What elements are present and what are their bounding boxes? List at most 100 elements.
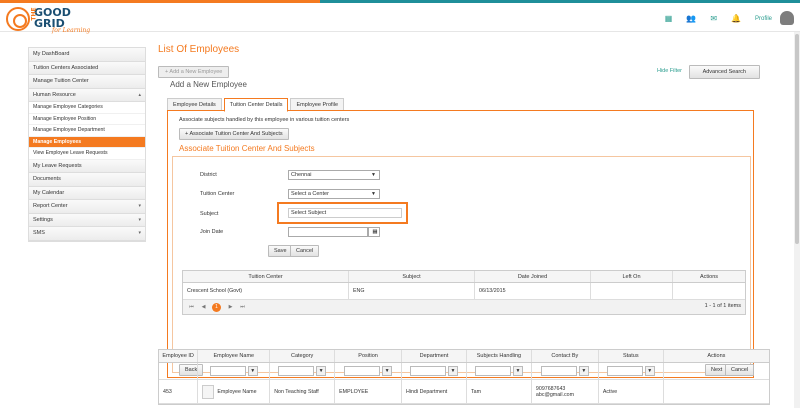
tuition-center-label: Tuition Center — [200, 191, 235, 197]
top-nav: ▦ 👥 ✉ 🔔 Profile — [665, 14, 772, 23]
filter-icon[interactable]: ▼ — [644, 366, 655, 376]
sidebar-item-my-leave-requests[interactable]: My Leave Requests — [29, 159, 145, 173]
brand-logo-icon[interactable] — [6, 7, 30, 31]
employee-subjects: Tam — [467, 380, 532, 403]
filter-input[interactable] — [474, 366, 511, 376]
sidebar-item-tuition-centers-associated[interactable]: Tuition Centers Associated — [29, 61, 145, 75]
page-title: List Of Employees — [158, 44, 240, 55]
profile-link[interactable]: Profile — [755, 16, 772, 22]
last-page-icon[interactable]: ⏭ — [238, 303, 247, 312]
associate-button[interactable]: + Associate Tuition Center And Subjects — [179, 128, 289, 140]
district-select[interactable]: Chennai ▼ — [288, 170, 380, 180]
add-employee-button[interactable]: + Add a New Employee — [158, 66, 230, 78]
tab-tuition-center-details[interactable]: Tuition Center Details — [223, 98, 289, 112]
table-cell — [591, 283, 673, 299]
expand-arrow-icon: ▾ — [138, 216, 141, 223]
sidebar-sub-employee-department[interactable]: Manage Employee Department — [29, 125, 145, 137]
form-cancel-button[interactable]: Cancel — [290, 245, 320, 257]
hide-filter-link[interactable]: Hide Filter — [657, 68, 682, 74]
table-row[interactable]: Crescent School (Govt) ENG 06/13/2015 — [183, 283, 745, 300]
sidebar-sub-employee-categories[interactable]: Manage Employee Categories — [29, 102, 145, 114]
main-content: List Of Employees + Add a New Employee A… — [158, 40, 768, 378]
sidebar-item-sms[interactable]: SMS ▾ — [29, 227, 145, 241]
users-icon[interactable]: 👥 — [686, 14, 696, 23]
column-header[interactable]: Employee ID — [159, 350, 199, 362]
column-header[interactable]: Subjects Handling — [467, 350, 532, 362]
join-date-label: Join Date — [200, 229, 224, 235]
sidebar-item-human-resource[interactable]: Human Resource ▴ — [29, 88, 145, 102]
prev-page-icon[interactable]: ◀ — [199, 303, 208, 312]
filter-row: ▼ ▼ ▼ ▼ ▼ ▼ ▼ — [159, 363, 769, 380]
filter-input[interactable] — [606, 366, 643, 376]
user-avatar-icon[interactable] — [780, 11, 794, 25]
top-bar: THE GOOD GRID for Learning ▦ 👥 ✉ 🔔 Profi… — [0, 0, 800, 34]
sidebar-sub-manage-employees[interactable]: Manage Employees — [29, 136, 145, 148]
employee-status: Active — [599, 380, 664, 403]
table-cell: 06/13/2015 — [475, 283, 591, 299]
page-scrollbar[interactable] — [794, 32, 800, 408]
column-header[interactable]: Position — [335, 350, 403, 362]
advanced-search-button[interactable]: Advanced Search — [688, 65, 760, 79]
table-row[interactable]: 453 Employee Name Non Teaching Staff EMP… — [159, 380, 769, 404]
save-button[interactable]: Save — [268, 245, 293, 257]
filter-icon[interactable]: ▼ — [382, 366, 393, 376]
panel-description: Associate subjects handled by this emplo… — [179, 117, 350, 123]
table-header: Employee ID Employee Name Category Posit… — [159, 350, 769, 363]
next-page-icon[interactable]: ▶ — [226, 303, 235, 312]
tuition-center-select[interactable]: Select a Center ▼ — [288, 189, 380, 199]
filter-icon[interactable]: ▼ — [448, 366, 458, 376]
employee-department: Hindi Department — [402, 380, 467, 403]
column-header[interactable]: Tuition Center — [183, 271, 349, 282]
sidebar: My DashBoard Tuition Centers Associated … — [28, 47, 146, 242]
bell-icon[interactable]: 🔔 — [731, 14, 741, 23]
calendar-icon[interactable]: ▦ — [368, 227, 380, 237]
grid-icon[interactable]: ▦ — [665, 14, 673, 23]
filter-icon[interactable]: ▼ — [512, 366, 523, 376]
sidebar-sub-employee-position[interactable]: Manage Employee Position — [29, 113, 145, 125]
column-header[interactable]: Actions — [673, 271, 745, 282]
mail-icon[interactable]: ✉ — [710, 14, 717, 23]
column-header[interactable]: Date Joined — [475, 271, 591, 282]
grid-header: Tuition Center Subject Date Joined Left … — [183, 271, 745, 283]
column-header[interactable]: Left On — [591, 271, 673, 282]
sidebar-item-report-center[interactable]: Report Center ▾ — [29, 200, 145, 214]
employee-email: abc@gmail.com — [535, 391, 574, 398]
sidebar-item-dashboard[interactable]: My DashBoard — [29, 48, 145, 62]
page-info: 1 - 1 of 1 items — [704, 303, 741, 309]
brand-name[interactable]: THE GOOD GRID — [31, 7, 71, 29]
employees-table: Employee ID Employee Name Category Posit… — [158, 349, 770, 405]
filter-input[interactable] — [540, 366, 577, 376]
expand-arrow-icon: ▾ — [138, 230, 141, 236]
filter-input[interactable] — [344, 366, 381, 376]
column-header[interactable]: Department — [402, 350, 467, 362]
column-header[interactable]: Contact By — [532, 350, 599, 362]
sidebar-item-manage-tuition-center[interactable]: Manage Tuition Center — [29, 75, 145, 89]
column-header[interactable]: Actions — [664, 350, 769, 362]
page-number[interactable]: 1 — [212, 303, 221, 312]
filter-icon[interactable]: ▼ — [247, 366, 258, 376]
filter-icon[interactable]: ▼ — [578, 366, 589, 376]
column-header[interactable]: Category — [270, 350, 336, 362]
row-actions — [664, 380, 769, 403]
filter-input[interactable] — [278, 366, 315, 376]
sidebar-item-documents[interactable]: Documents — [29, 173, 145, 187]
first-page-icon[interactable]: ⏮ — [187, 303, 196, 312]
filter-icon[interactable]: ▼ — [316, 366, 327, 376]
join-date-input[interactable] — [288, 227, 368, 237]
associations-grid: Tuition Center Subject Date Joined Left … — [182, 270, 746, 315]
district-label: District — [200, 172, 217, 178]
employee-photo-icon — [202, 384, 215, 399]
tab-panel: Associate subjects handled by this emplo… — [167, 110, 755, 378]
filter-input[interactable] — [209, 366, 246, 376]
collapse-arrow-icon: ▴ — [138, 91, 141, 98]
table-cell — [673, 283, 745, 299]
employee-name[interactable]: Employee Name — [217, 389, 256, 395]
column-header[interactable]: Employee Name — [198, 350, 271, 362]
pager: ⏮ ◀ 1 ▶ ⏭ 1 - 1 of 1 items — [183, 300, 745, 314]
sidebar-item-settings[interactable]: Settings ▾ — [29, 213, 145, 227]
column-header[interactable]: Status — [599, 350, 664, 362]
filter-input[interactable] — [410, 366, 446, 376]
sidebar-sub-leave-requests[interactable]: View Employee Leave Requests — [29, 148, 145, 160]
column-header[interactable]: Subject — [349, 271, 475, 282]
sidebar-item-my-calendar[interactable]: My Calendar — [29, 186, 145, 200]
